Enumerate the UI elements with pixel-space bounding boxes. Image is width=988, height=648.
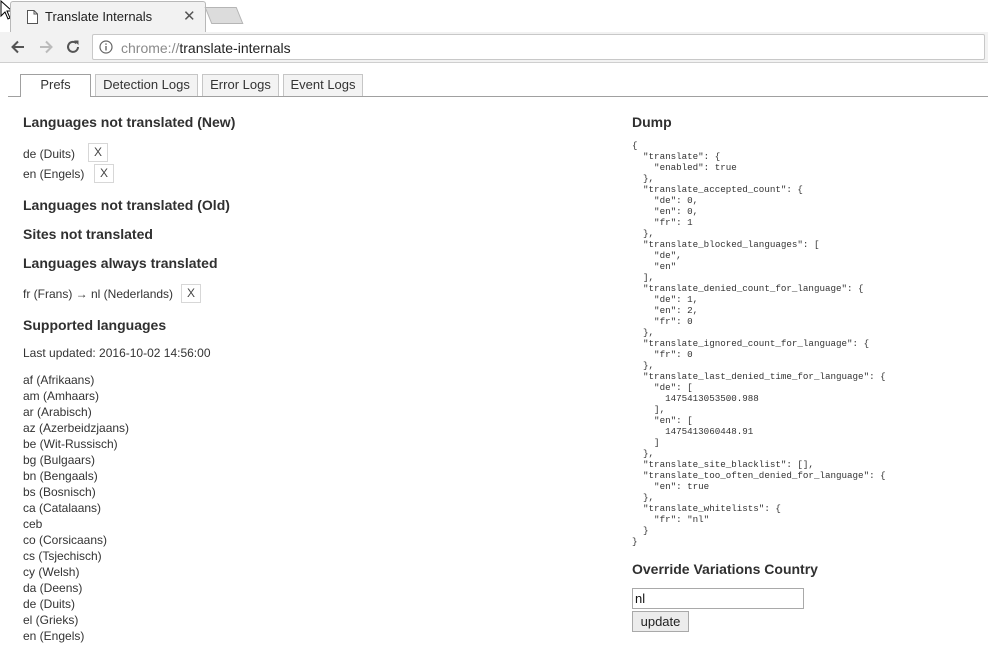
language-item: en (Engels): [23, 629, 85, 643]
tab-detection-logs[interactable]: Detection Logs: [95, 74, 198, 96]
language-item: de (Duits): [23, 597, 76, 611]
language-item: el (Grieks): [23, 613, 79, 627]
language-item: ceb: [23, 517, 43, 531]
back-arrow-icon: [11, 40, 24, 54]
tab-error-logs[interactable]: Error Logs: [202, 74, 279, 96]
language-item: cy (Welsh): [23, 565, 80, 579]
heading-not-translated-old: Languages not translated (Old): [23, 197, 230, 213]
remove-de-button[interactable]: X: [88, 143, 108, 162]
prefs-dump: { "translate": { "enabled": true }, "tra…: [632, 140, 886, 547]
url-host: translate-internals: [179, 40, 291, 56]
supported-languages-list: af (Afrikaans) am (Amhaars) ar (Arabisch…: [23, 372, 129, 644]
tab-prefs[interactable]: Prefs: [20, 74, 91, 97]
back-button[interactable]: [9, 38, 27, 56]
language-item: be (Wit-Russisch): [23, 437, 118, 451]
reload-icon: [67, 40, 79, 53]
address-bar[interactable]: chrome://translate-internals: [92, 34, 985, 60]
language-item: bg (Bulgaars): [23, 453, 96, 467]
update-button[interactable]: update: [632, 611, 689, 632]
browser-toolbar: chrome://translate-internals: [0, 32, 988, 63]
forward-arrow-icon: [40, 40, 53, 54]
url-text[interactable]: chrome://translate-internals: [121, 40, 291, 56]
not-translated-item-de: de (Duits): [23, 147, 76, 161]
language-item: af (Afrikaans): [23, 373, 95, 387]
page-icon: [27, 10, 38, 24]
language-item: ca (Catalaans): [23, 501, 102, 515]
heading-not-translated-new: Languages not translated (New): [23, 114, 236, 130]
close-tab-icon[interactable]: ✕: [183, 7, 196, 25]
page-tab-bar: Prefs Detection Logs Error Logs Event Lo…: [8, 74, 988, 97]
tab-event-logs[interactable]: Event Logs: [283, 74, 363, 96]
reload-button[interactable]: [64, 38, 82, 56]
tab-title: Translate Internals: [45, 9, 153, 24]
always-translated-item-fr-nl: fr (Frans) → nl (Nederlands): [23, 287, 174, 301]
language-item: ar (Arabisch): [23, 405, 92, 419]
new-tab-button[interactable]: [204, 7, 244, 24]
language-item: bn (Bengaals): [23, 469, 98, 483]
last-updated-text: Last updated: 2016-10-02 14:56:00: [23, 346, 211, 360]
browser-tabstrip: Translate Internals ✕: [0, 0, 988, 32]
heading-override-country: Override Variations Country: [632, 561, 818, 577]
language-item: co (Corsicaans): [23, 533, 108, 547]
heading-always-translated: Languages always translated: [23, 255, 218, 271]
remove-en-button[interactable]: X: [94, 164, 114, 183]
forward-button[interactable]: [37, 38, 55, 56]
info-icon[interactable]: [99, 40, 113, 54]
remove-fr-nl-button[interactable]: X: [181, 284, 201, 303]
heading-dump: Dump: [632, 114, 672, 130]
language-item: da (Deens): [23, 581, 83, 595]
language-item: bs (Bosnisch): [23, 485, 96, 499]
translate-internals-page: Prefs Detection Logs Error Logs Event Lo…: [8, 63, 988, 648]
heading-sites-not-translated: Sites not translated: [23, 226, 153, 242]
language-item: am (Amhaars): [23, 389, 100, 403]
language-item: cs (Tsjechisch): [23, 549, 102, 563]
url-scheme: chrome://: [121, 40, 180, 56]
heading-supported-languages: Supported languages: [23, 317, 167, 333]
country-input[interactable]: [632, 588, 804, 609]
not-translated-item-en: en (Engels): [23, 167, 85, 181]
language-item: az (Azerbeidzjaans): [23, 421, 130, 435]
browser-tab-translate-internals[interactable]: Translate Internals ✕: [10, 1, 206, 32]
